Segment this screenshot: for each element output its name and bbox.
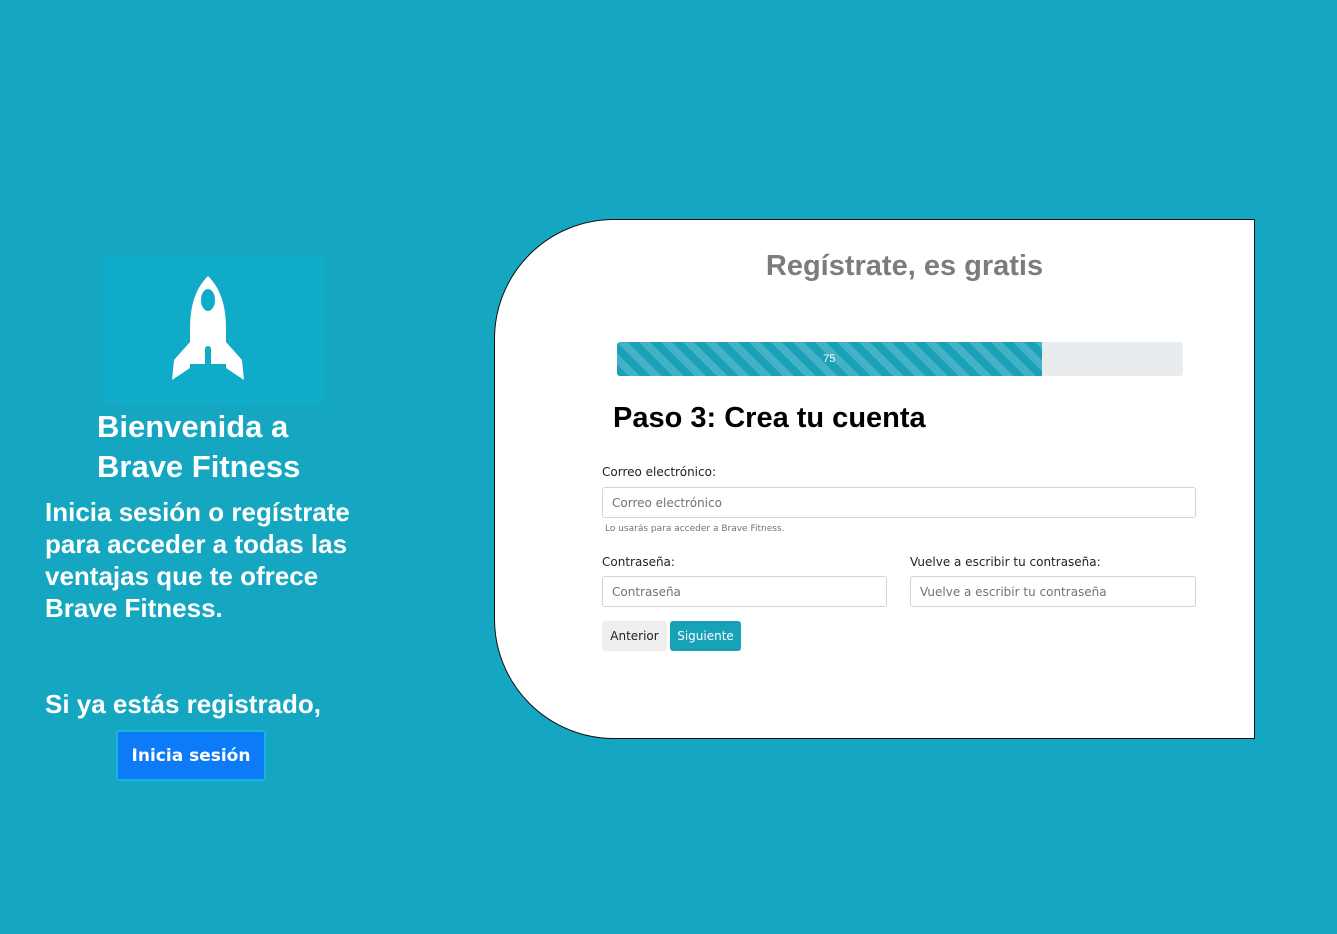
confirm-password-field[interactable] (910, 576, 1196, 607)
previous-button[interactable]: Anterior (602, 621, 667, 651)
intro-text: Inicia sesión o regístrate para acceder … (45, 497, 350, 623)
password-label: Contraseña: (602, 555, 675, 569)
registration-card: Regístrate, es gratis 75 Paso 3: Crea tu… (494, 219, 1255, 739)
progress-label: 75 (823, 353, 836, 365)
password-field[interactable] (602, 576, 887, 607)
email-field[interactable] (602, 487, 1196, 518)
email-label: Correo electrónico: (602, 465, 716, 479)
email-help-text: Lo usarás para acceder a Brave Fitness. (605, 524, 785, 534)
next-button[interactable]: Siguiente (670, 621, 741, 651)
welcome-line-2: Brave Fitness (97, 449, 301, 484)
welcome-heading: Bienvenida a Brave Fitness (97, 407, 300, 487)
card-title: Regístrate, es gratis (765, 250, 1044, 282)
logo-box (104, 256, 324, 404)
step-title: Paso 3: Crea tu cuenta (613, 402, 926, 434)
progress-bar: 75 (617, 342, 1042, 376)
confirm-password-label: Vuelve a escribir tu contraseña: (910, 555, 1101, 569)
progress-track: 75 (617, 342, 1183, 376)
welcome-line-1: Bienvenida a (97, 409, 289, 444)
already-registered-text: Si ya estás registrado, (45, 689, 322, 719)
login-button[interactable]: Inicia sesión (116, 730, 266, 781)
rocket-icon (172, 276, 244, 380)
